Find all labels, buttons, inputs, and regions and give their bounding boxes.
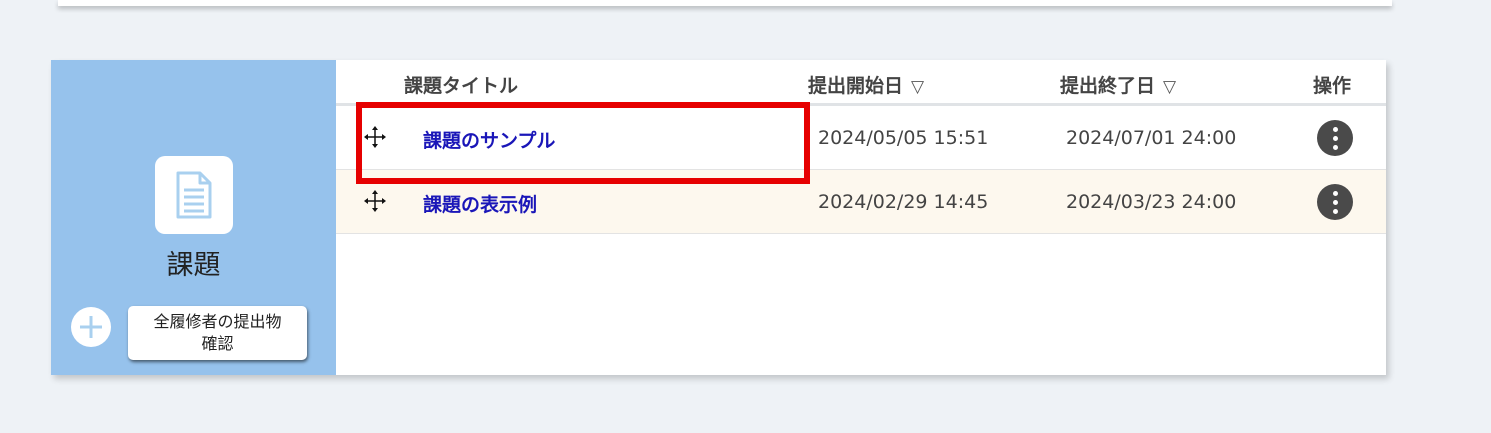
plus-icon[interactable]	[71, 307, 111, 347]
header-start-date[interactable]: 提出開始日 ▽	[808, 71, 924, 98]
start-date: 2024/02/29 14:45	[818, 191, 989, 213]
confirm-submissions-button[interactable]: 全履修者の提出物 確認	[128, 306, 307, 360]
table-row: 課題のサンプル 2024/05/05 15:51 2024/07/01 24:0…	[336, 106, 1386, 170]
header-end-label: 提出終了日	[1060, 75, 1156, 97]
sort-triangle-icon[interactable]: ▽	[1163, 77, 1176, 97]
header-actions: 操作	[1313, 75, 1352, 97]
assignment-table: 課題タイトル 提出開始日 ▽ 提出終了日 ▽ 操作 課題のサンプル 2024/05/…	[336, 60, 1386, 375]
end-date: 2024/07/01 24:00	[1066, 127, 1237, 149]
header-start-label: 提出開始日	[808, 75, 904, 97]
confirm-button-line2: 確認	[201, 334, 234, 353]
more-options-icon[interactable]	[1317, 120, 1353, 156]
assignment-sidebar: 課題 全履修者の提出物 確認	[51, 60, 336, 375]
start-date: 2024/05/05 15:51	[818, 127, 989, 149]
sort-triangle-icon[interactable]: ▽	[911, 77, 924, 97]
header-end-date[interactable]: 提出終了日 ▽	[1060, 71, 1176, 98]
table-header: 課題タイトル 提出開始日 ▽ 提出終了日 ▽ 操作	[336, 60, 1386, 106]
sidebar-title: 課題	[166, 250, 221, 281]
document-icon	[155, 156, 233, 234]
header-title[interactable]: 課題タイトル	[404, 71, 518, 98]
assignment-title-link[interactable]: 課題の表示例	[423, 190, 537, 217]
table-row: 課題の表示例 2024/02/29 14:45 2024/03/23 24:00	[336, 170, 1386, 234]
assignment-title-link[interactable]: 課題のサンプル	[423, 126, 555, 153]
end-date: 2024/03/23 24:00	[1066, 191, 1237, 213]
move-handle-icon[interactable]	[364, 126, 386, 148]
previous-card-edge	[58, 0, 1392, 6]
assignment-card: 課題 全履修者の提出物 確認 課題タイトル 提出開始日 ▽ 提出終了日 ▽ 操作	[51, 60, 1386, 375]
more-options-icon[interactable]	[1317, 184, 1353, 220]
confirm-button-line1: 全履修者の提出物	[153, 312, 282, 331]
move-handle-icon[interactable]	[364, 190, 386, 212]
